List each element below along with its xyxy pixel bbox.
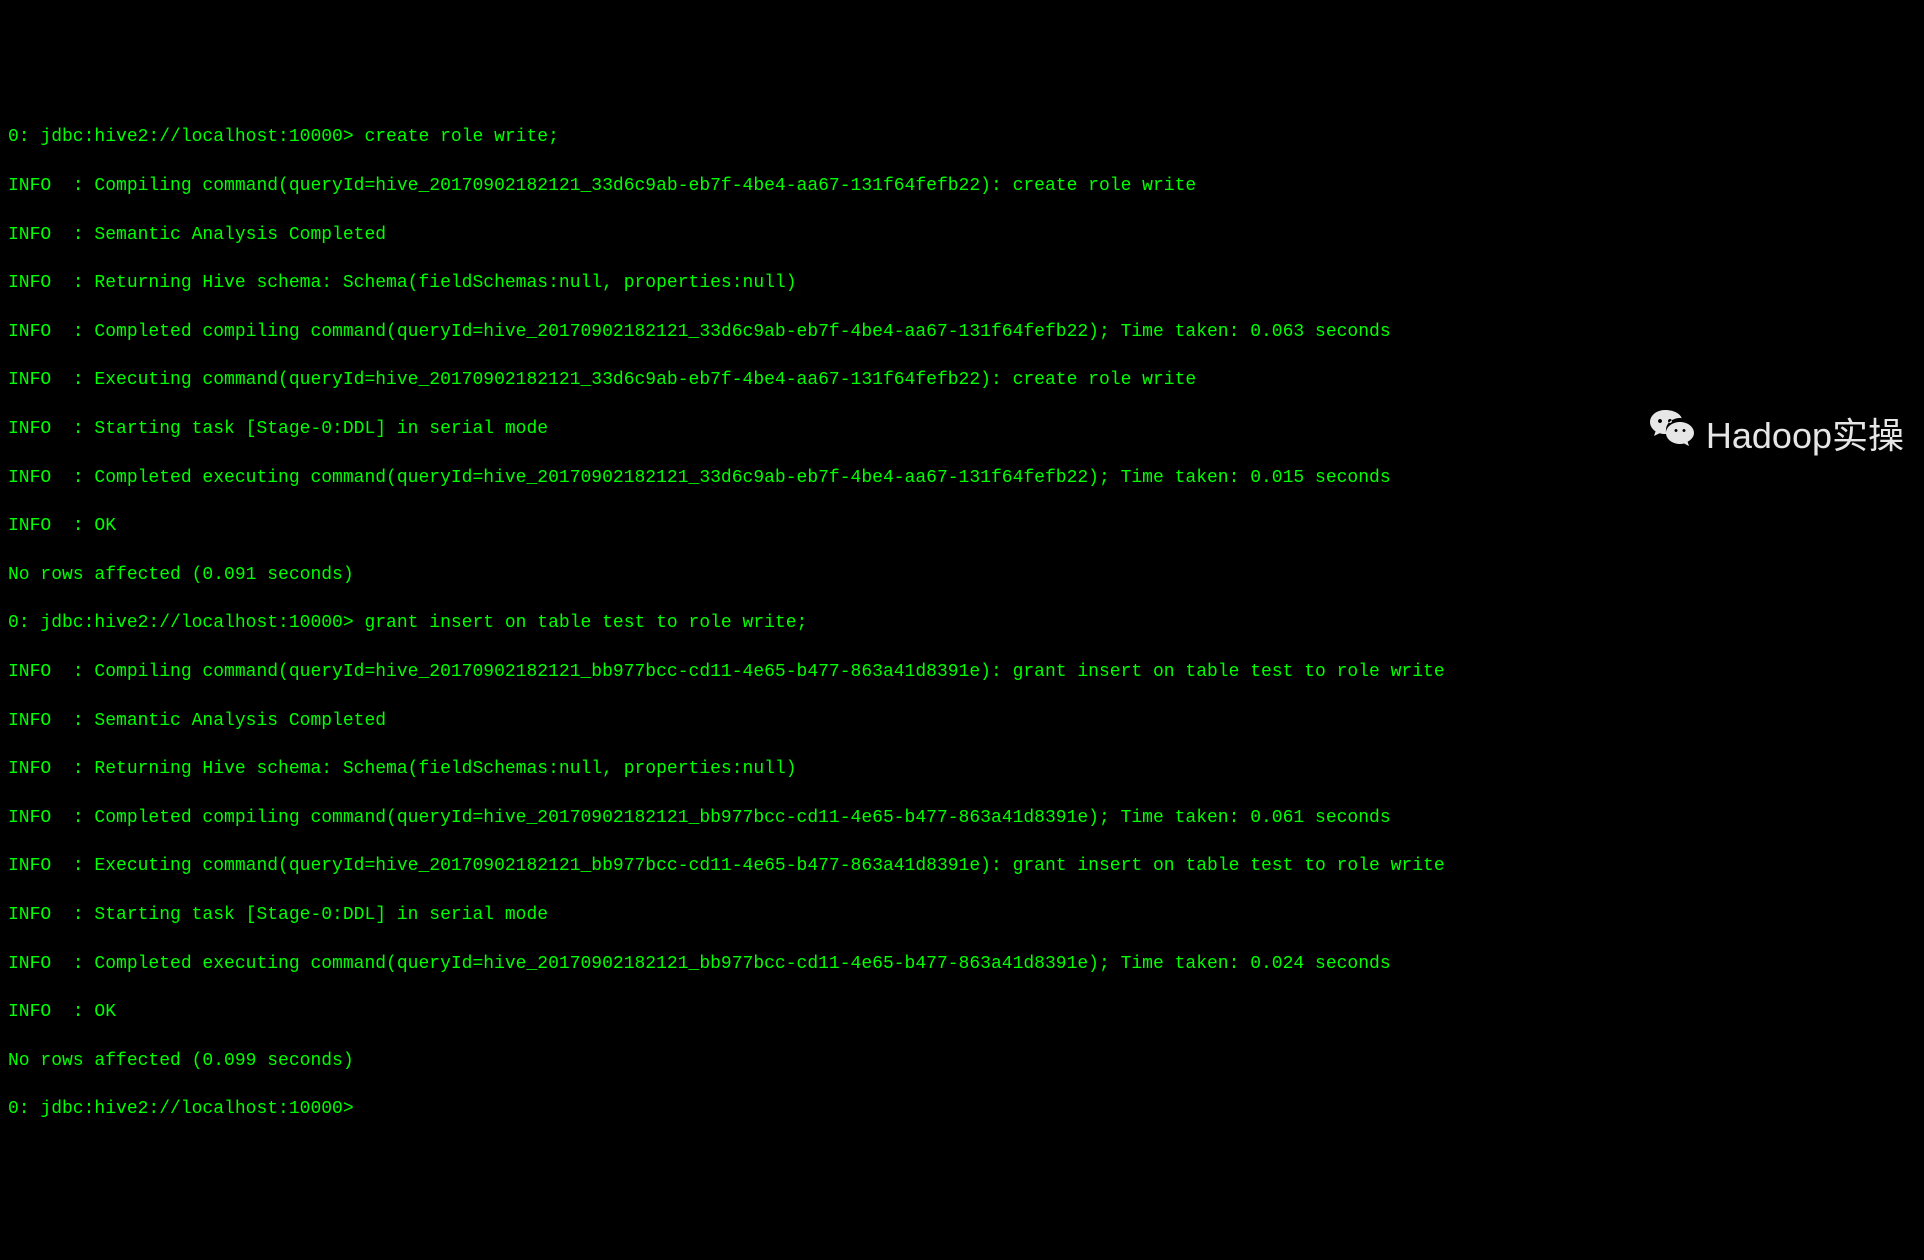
terminal-line: INFO : Semantic Analysis Completed <box>8 709 1916 733</box>
terminal-prompt[interactable]: 0: jdbc:hive2://localhost:10000> <box>8 1097 1916 1121</box>
terminal-output[interactable]: 0: jdbc:hive2://localhost:10000> create … <box>8 101 1916 1146</box>
terminal-line: INFO : OK <box>8 1000 1916 1024</box>
terminal-line: INFO : Executing command(queryId=hive_20… <box>8 368 1916 392</box>
terminal-line: INFO : Completed compiling command(query… <box>8 806 1916 830</box>
terminal-line: INFO : Returning Hive schema: Schema(fie… <box>8 757 1916 781</box>
terminal-line: INFO : Executing command(queryId=hive_20… <box>8 854 1916 878</box>
terminal-line: INFO : Starting task [Stage-0:DDL] in se… <box>8 417 1916 441</box>
terminal-line: INFO : Semantic Analysis Completed <box>8 223 1916 247</box>
terminal-line: INFO : Compiling command(queryId=hive_20… <box>8 660 1916 684</box>
terminal-line: No rows affected (0.099 seconds) <box>8 1049 1916 1073</box>
terminal-line: INFO : Compiling command(queryId=hive_20… <box>8 174 1916 198</box>
terminal-line: INFO : Completed executing command(query… <box>8 952 1916 976</box>
terminal-line: INFO : Completed compiling command(query… <box>8 320 1916 344</box>
terminal-line: INFO : Returning Hive schema: Schema(fie… <box>8 271 1916 295</box>
terminal-line: INFO : OK <box>8 514 1916 538</box>
terminal-line: 0: jdbc:hive2://localhost:10000> grant i… <box>8 611 1916 635</box>
terminal-line: No rows affected (0.091 seconds) <box>8 563 1916 587</box>
terminal-line: INFO : Starting task [Stage-0:DDL] in se… <box>8 903 1916 927</box>
terminal-line: INFO : Completed executing command(query… <box>8 466 1916 490</box>
terminal-line: 0: jdbc:hive2://localhost:10000> create … <box>8 125 1916 149</box>
